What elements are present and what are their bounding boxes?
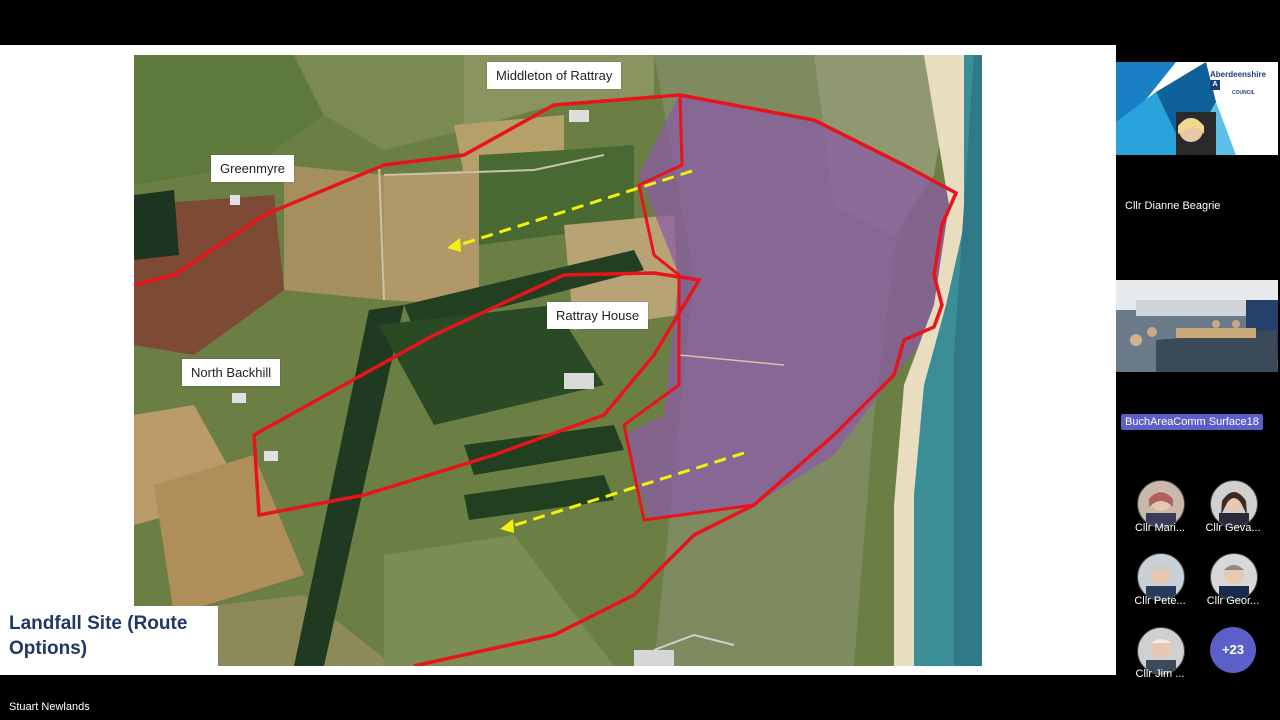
- avatar[interactable]: [1210, 553, 1258, 601]
- map-label-middleton: Middleton of Rattray: [487, 62, 622, 89]
- map-label-rattray-house: Rattray House: [547, 302, 649, 329]
- slide-title: Landfall Site (Route Options): [0, 606, 218, 666]
- avatar-name: Cllr Geor...: [1206, 595, 1260, 607]
- room-device-tag: BuchAreaComm Surface18: [1121, 414, 1263, 430]
- avatar[interactable]: [1137, 480, 1185, 528]
- avatar[interactable]: [1210, 480, 1258, 528]
- more-participants-button[interactable]: +23: [1210, 627, 1256, 673]
- map-label-north-backhill: North Backhill: [182, 359, 281, 386]
- avatar-name: Cllr Mari...: [1134, 522, 1186, 534]
- featured-participant-name: Cllr Dianne Beagrie: [1125, 200, 1221, 212]
- avatar-name: Cllr Pete...: [1134, 595, 1186, 607]
- aerial-map: Middleton of Rattray Greenmyre Rattray H…: [134, 55, 982, 666]
- video-tile-featured[interactable]: Aberdeenshire A COUNCIL: [1116, 62, 1278, 155]
- room-video-feed: [1116, 280, 1278, 372]
- presenter-name: Stuart Newlands: [9, 701, 90, 713]
- avatar-name: Cllr Geva...: [1205, 522, 1261, 534]
- video-tile-room[interactable]: [1116, 280, 1278, 372]
- avatar[interactable]: [1137, 553, 1185, 601]
- map-label-greenmyre: Greenmyre: [211, 155, 295, 182]
- council-logo-icon: A: [1210, 80, 1220, 90]
- avatar-name: Cllr Jim ...: [1135, 668, 1185, 680]
- presentation-slide: Middleton of Rattray Greenmyre Rattray H…: [0, 45, 1116, 675]
- council-logo: Aberdeenshire A COUNCIL: [1210, 70, 1267, 96]
